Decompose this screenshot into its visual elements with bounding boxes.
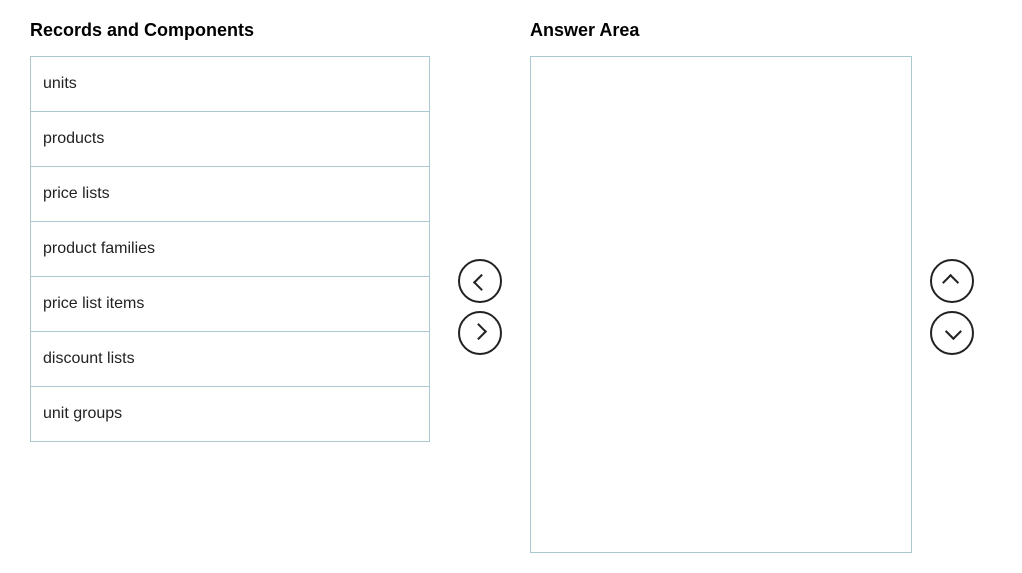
- answer-panel-header: Answer Area: [530, 20, 912, 46]
- records-list: units products price lists product famil…: [30, 56, 430, 442]
- chevron-left-icon: [474, 275, 486, 287]
- list-item-products[interactable]: products: [31, 112, 429, 167]
- answer-list: [530, 56, 912, 553]
- chevron-down-icon: [946, 327, 958, 339]
- answer-area: Answer Area: [530, 20, 912, 553]
- list-item-unit-groups[interactable]: unit groups: [31, 387, 429, 441]
- move-left-button[interactable]: [458, 259, 502, 303]
- list-item-price-lists[interactable]: price lists: [31, 167, 429, 222]
- middle-controls: [430, 20, 530, 553]
- right-controls: [912, 20, 992, 553]
- move-up-button[interactable]: [930, 259, 974, 303]
- move-down-button[interactable]: [930, 311, 974, 355]
- left-panel-header: Records and Components: [30, 20, 430, 46]
- list-item-price-list-items[interactable]: price list items: [31, 277, 429, 332]
- right-panel: Answer Area: [530, 20, 992, 553]
- left-panel: Records and Components units products pr…: [30, 20, 430, 553]
- list-item-units[interactable]: units: [31, 57, 429, 112]
- move-right-button[interactable]: [458, 311, 502, 355]
- list-item-discount-lists[interactable]: discount lists: [31, 332, 429, 387]
- chevron-up-icon: [946, 275, 958, 287]
- list-item-product-families[interactable]: product families: [31, 222, 429, 277]
- main-container: Records and Components units products pr…: [0, 0, 1022, 573]
- chevron-right-icon: [474, 327, 486, 339]
